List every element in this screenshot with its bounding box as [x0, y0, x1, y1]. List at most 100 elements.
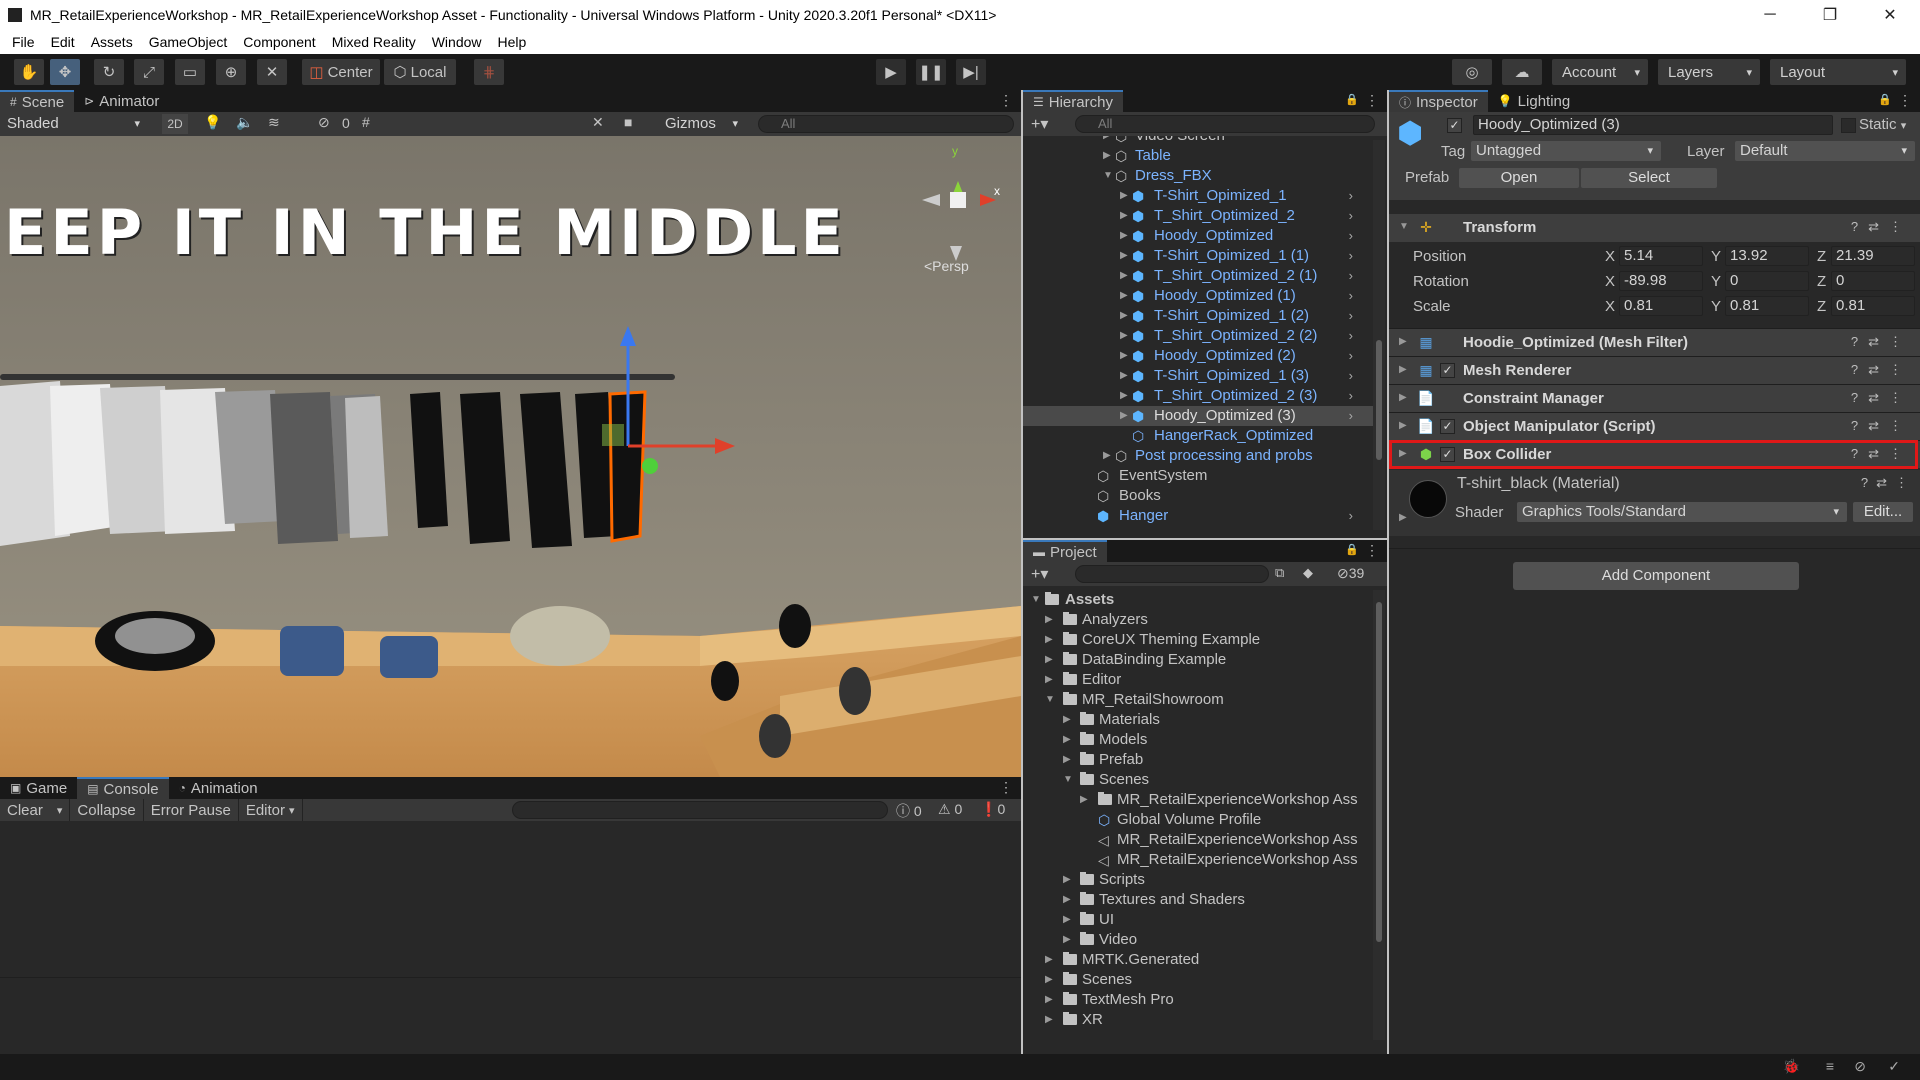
hierarchy-search-input[interactable]: All	[1075, 115, 1375, 133]
component-actions[interactable]: ?⇄⋮	[1851, 334, 1912, 350]
inspector-menu-icon[interactable]: ⋮	[1898, 92, 1912, 109]
material-actions[interactable]: ?⇄⋮	[1861, 475, 1916, 491]
info-count[interactable]: ⓘ 0	[896, 801, 922, 821]
tree-item[interactable]: ⬡ EventSystem	[1023, 466, 1373, 486]
expand-arrow-icon[interactable]: ▶	[1399, 392, 1407, 403]
layers-dropdown[interactable]: Layers	[1658, 59, 1760, 85]
tree-item[interactable]: ▶ ⬢ T-Shirt_Opimized_1 ›	[1023, 186, 1373, 206]
folder-item[interactable]: ▶ Scenes	[1023, 970, 1373, 990]
add-component-button[interactable]: Add Component	[1513, 562, 1799, 590]
expand-arrow-icon[interactable]: ▶	[1399, 364, 1407, 375]
error-count[interactable]: ❗0	[980, 801, 1005, 818]
component-actions[interactable]: ?⇄⋮	[1851, 418, 1912, 434]
tab-lighting[interactable]: 💡 Lighting	[1488, 90, 1581, 112]
rotation-z-input[interactable]: 0	[1831, 271, 1915, 291]
filter-type-icon[interactable]: ⧉	[1275, 565, 1284, 581]
rect-tool-icon[interactable]: ▭	[175, 59, 205, 85]
create-button[interactable]: +▾	[1031, 114, 1048, 134]
bug-icon[interactable]: 🐞	[1783, 1058, 1800, 1075]
component-actions[interactable]: ?⇄⋮	[1851, 390, 1912, 406]
pause-button[interactable]: ❚❚	[916, 59, 946, 85]
project-scrollbar[interactable]	[1373, 590, 1385, 1040]
folder-item[interactable]: ▶ Prefab	[1023, 750, 1373, 770]
open-prefab-icon[interactable]: ›	[1349, 226, 1353, 246]
position-z-input[interactable]: 21.39	[1831, 246, 1915, 266]
scene-viewport[interactable]: EEP IT IN THE MIDDLE y x <Persp	[0, 136, 1021, 777]
mesh-renderer-header[interactable]: ▶ ▦ ✓ Mesh Renderer ?⇄⋮	[1389, 356, 1920, 384]
shader-dropdown[interactable]: Graphics Tools/Standard	[1517, 502, 1847, 522]
menu-gameobject[interactable]: GameObject	[141, 34, 236, 50]
filter-label-icon[interactable]: ◆	[1303, 565, 1313, 581]
folder-item[interactable]: ▶ MRTK.Generated	[1023, 950, 1373, 970]
grid-snap-icon[interactable]: ⋕	[474, 59, 504, 85]
folder-item[interactable]: ▶ Editor	[1023, 670, 1373, 690]
lighting-toggle-icon[interactable]: 💡	[204, 114, 221, 131]
scale-z-input[interactable]: 0.81	[1831, 296, 1915, 316]
folder-item[interactable]: ▶ TextMesh Pro	[1023, 990, 1373, 1010]
tools-icon[interactable]: ✕	[592, 114, 604, 131]
clear-button[interactable]: Clear ▾	[0, 799, 71, 821]
tree-item[interactable]: ⬡ HangerRack_Optimized	[1023, 426, 1373, 446]
hierarchy-scrollbar[interactable]	[1373, 140, 1385, 530]
tree-item[interactable]: ▶⬡Video Screen	[1023, 136, 1373, 146]
clear-dropdown-icon[interactable]: ▾	[57, 804, 63, 817]
open-prefab-icon[interactable]: ›	[1349, 506, 1353, 526]
open-prefab-icon[interactable]: ›	[1349, 286, 1353, 306]
lock-icon[interactable]: 🔒	[1878, 93, 1892, 106]
folder-item[interactable]: ▶ MR_RetailExperienceWorkshop Ass	[1023, 790, 1373, 810]
open-prefab-icon[interactable]: ›	[1349, 386, 1353, 406]
object-manipulator-header[interactable]: ▶ 📄 ✓ Object Manipulator (Script) ?⇄⋮	[1389, 412, 1920, 440]
project-search-input[interactable]	[1075, 565, 1269, 583]
tree-item[interactable]: ▶ ⬢ T_Shirt_Optimized_2 ›	[1023, 206, 1373, 226]
shading-dropdown[interactable]: Shaded	[2, 114, 148, 134]
position-x-input[interactable]: 5.14	[1619, 246, 1703, 266]
expand-arrow-icon[interactable]: ▶	[1399, 336, 1407, 347]
asset-item[interactable]: ⬡ Global Volume Profile	[1023, 810, 1373, 830]
folder-item[interactable]: ▶ Video	[1023, 930, 1373, 950]
collab-icon[interactable]: ◎	[1452, 59, 1492, 85]
transform-header[interactable]: ▼ ✛ Transform ?⇄⋮	[1389, 214, 1920, 242]
hierarchy-scroll-thumb[interactable]	[1376, 340, 1382, 460]
scene-menu-icon[interactable]: ⋮	[999, 92, 1013, 109]
perspective-label[interactable]: <Persp	[924, 258, 969, 274]
pivot-center-button[interactable]: ◫ Center	[302, 59, 380, 85]
console-search-input[interactable]	[512, 801, 888, 819]
folder-item[interactable]: ▶ CoreUX Theming Example	[1023, 630, 1373, 650]
menu-help[interactable]: Help	[490, 34, 535, 50]
tree-item[interactable]: ▶ ⬢ T-Shirt_Opimized_1 (1) ›	[1023, 246, 1373, 266]
rotation-y-input[interactable]: 0	[1725, 271, 1809, 291]
hand-tool-icon[interactable]: ✋	[14, 59, 44, 85]
scene-search-input[interactable]: All	[758, 115, 1014, 133]
hidden-packages-toggle[interactable]: ⊘39	[1337, 565, 1364, 582]
asset-item[interactable]: ◁ MR_RetailExperienceWorkshop Ass	[1023, 850, 1373, 870]
folder-item[interactable]: ▶ DataBinding Example	[1023, 650, 1373, 670]
folder-item[interactable]: ▶ Scripts	[1023, 870, 1373, 890]
open-prefab-icon[interactable]: ›	[1349, 246, 1353, 266]
layer-dropdown[interactable]: Default	[1735, 141, 1915, 161]
mesh-renderer-enabled-checkbox[interactable]: ✓	[1440, 363, 1455, 378]
tab-project[interactable]: ▬ Project	[1023, 540, 1107, 562]
expand-arrow-icon[interactable]: ▶	[1399, 512, 1407, 523]
camera-icon[interactable]: ■	[624, 114, 632, 130]
tree-item[interactable]: ▶ ⬢ T_Shirt_Optimized_2 (3) ›	[1023, 386, 1373, 406]
shader-edit-button[interactable]: Edit...	[1853, 502, 1913, 522]
step-button[interactable]: ▶|	[956, 59, 986, 85]
prefab-open-button[interactable]: Open	[1459, 168, 1579, 188]
menu-assets[interactable]: Assets	[83, 34, 141, 50]
folder-item[interactable]: ▶ Models	[1023, 730, 1373, 750]
menu-component[interactable]: Component	[235, 34, 323, 50]
constraint-manager-header[interactable]: ▶ 📄 Constraint Manager ?⇄⋮	[1389, 384, 1920, 412]
folder-item[interactable]: ▼ MR_RetailShowroom	[1023, 690, 1373, 710]
tree-item[interactable]: ▶ ⬢ T_Shirt_Optimized_2 (1) ›	[1023, 266, 1373, 286]
tree-item[interactable]: ▶ ⬢ T_Shirt_Optimized_2 (2) ›	[1023, 326, 1373, 346]
scale-tool-icon[interactable]: ⤢	[134, 59, 164, 85]
menu-edit[interactable]: Edit	[43, 34, 83, 50]
object-name-field[interactable]: Hoody_Optimized (3)	[1473, 115, 1833, 135]
layout-dropdown[interactable]: Layout	[1770, 59, 1906, 85]
tab-animation[interactable]: ◔ Animation	[169, 777, 268, 799]
open-prefab-icon[interactable]: ›	[1349, 366, 1353, 386]
gizmos-dropdown[interactable]: Gizmos	[660, 114, 746, 134]
tree-item[interactable]: ▶ ⬢ T-Shirt_Opimized_1 (3) ›	[1023, 366, 1373, 386]
folder-item[interactable]: ▶ UI	[1023, 910, 1373, 930]
folder-item[interactable]: ▶ Textures and Shaders	[1023, 890, 1373, 910]
